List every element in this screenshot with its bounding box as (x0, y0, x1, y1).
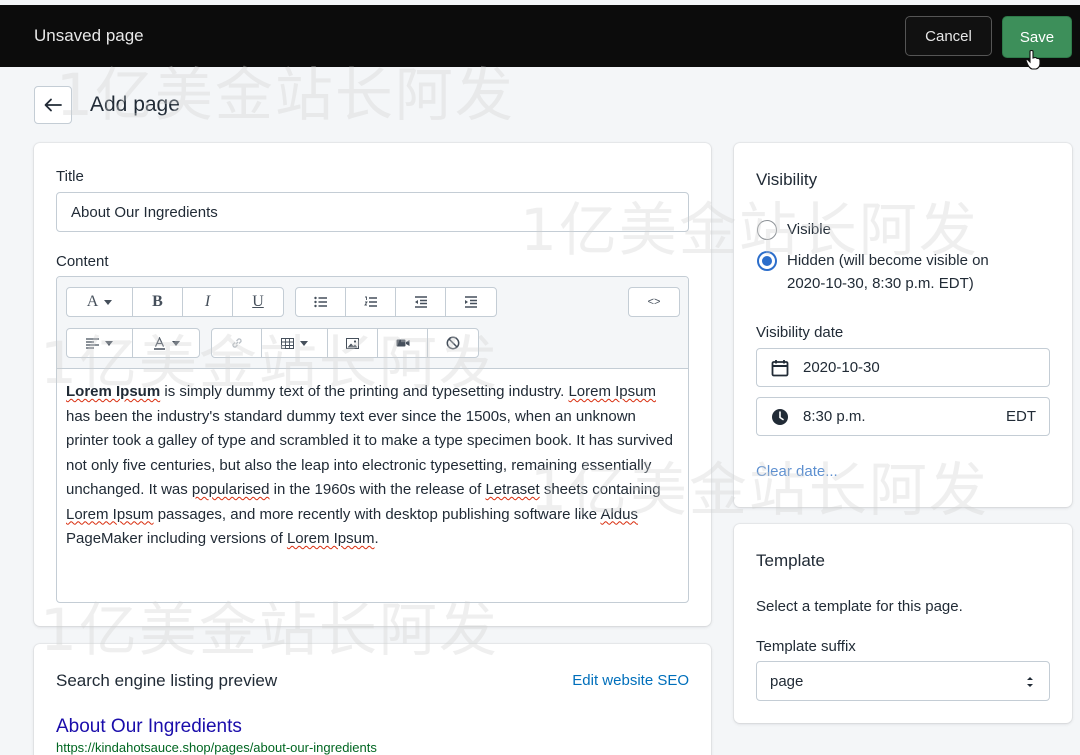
visibility-date-label: Visibility date (756, 324, 844, 341)
show-html-button[interactable]: <> (629, 288, 679, 316)
content-label: Content (56, 253, 109, 270)
text-color-icon (153, 336, 165, 350)
top-bar: Unsaved page Cancel Save (0, 5, 1080, 67)
indent-button[interactable] (446, 288, 496, 316)
text-format-group: A B I U (66, 287, 284, 317)
link-icon (231, 338, 242, 348)
indent-icon (465, 296, 477, 308)
calendar-icon (771, 359, 789, 376)
insert-table-dropdown[interactable] (262, 329, 328, 357)
content-text-run: sheets containing (539, 481, 661, 498)
content-text-run: PageMaker including versions of (66, 530, 287, 547)
seo-heading: Search engine listing preview (56, 671, 278, 690)
spellcheck-word: Aldus (600, 505, 638, 523)
cancel-button[interactable]: Cancel (905, 16, 992, 56)
content-text-run: . (374, 530, 379, 547)
table-icon (281, 337, 294, 349)
spellcheck-word: Lorem Ipsum (66, 505, 154, 523)
numbered-list-icon (363, 296, 377, 307)
hand-pointer-cursor-icon (1025, 50, 1041, 70)
page-title: Add page (90, 93, 180, 116)
italic-button[interactable]: I (183, 288, 233, 316)
template-suffix-select[interactable]: page (756, 661, 1050, 701)
numbered-list-button[interactable] (346, 288, 396, 316)
page-details-card: Title About Our Ingredients Content A B … (34, 143, 711, 626)
spellcheck-word: Letraset (485, 481, 540, 498)
seo-preview-title: About Our Ingredients (56, 716, 242, 737)
hidden-radio[interactable] (757, 251, 777, 271)
template-card: Template Select a template for this page… (734, 524, 1072, 723)
editor-toolbar: A B I U <> (57, 277, 688, 369)
list-indent-group (295, 287, 497, 317)
insert-group (211, 328, 479, 358)
visibility-date-value: 2020-10-30 (803, 359, 880, 376)
chevron-down-icon (105, 340, 113, 346)
visibility-card: Visibility Visible Hidden (will become v… (734, 143, 1072, 507)
visible-radio[interactable] (757, 220, 777, 240)
chevron-down-icon (104, 299, 113, 305)
video-icon (396, 339, 409, 347)
back-button[interactable] (34, 86, 72, 124)
template-heading: Template (756, 551, 825, 570)
title-label: Title (56, 168, 84, 185)
chevron-down-icon (171, 340, 180, 346)
spellcheck-word: popularised (191, 481, 270, 498)
text-color-dropdown[interactable] (133, 329, 199, 357)
rich-text-editor: A B I U <> Lorem Ipsum is simply dummy t… (56, 276, 689, 603)
font-style-label: A (86, 293, 99, 310)
align-left-icon (86, 337, 99, 349)
text-align-dropdown[interactable] (67, 329, 133, 357)
visibility-time-input[interactable]: 8:30 p.m. EDT (756, 397, 1050, 436)
visibility-date-input[interactable]: 2020-10-30 (756, 348, 1050, 387)
content-text-run: passages, and more recently with desktop… (153, 505, 601, 523)
content-text-run: in the 1960s with the release of (269, 481, 486, 498)
template-description: Select a template for this page. (756, 598, 963, 615)
alignment-color-group (66, 328, 200, 358)
bullet-list-icon (313, 296, 327, 308)
clear-formatting-icon (446, 336, 460, 350)
image-icon (346, 337, 359, 349)
underline-button[interactable]: U (233, 288, 283, 316)
visible-option-label: Visible (787, 221, 831, 238)
arrow-left-icon (44, 98, 62, 112)
template-suffix-label: Template suffix (756, 638, 856, 655)
bullet-list-button[interactable] (296, 288, 346, 316)
outdent-button[interactable] (396, 288, 446, 316)
hidden-option-label: Hidden (will become visible on (787, 252, 989, 269)
seo-preview-url: https://kindahotsauce.shop/pages/about-o… (56, 740, 377, 755)
select-arrows-icon (1027, 677, 1033, 687)
insert-video-button[interactable] (378, 329, 428, 357)
title-input-value: About Our Ingredients (71, 203, 218, 221)
template-suffix-value: page (770, 672, 804, 690)
clear-date-link[interactable]: Clear date... (756, 463, 838, 480)
title-input[interactable]: About Our Ingredients (56, 192, 689, 232)
spellcheck-word: Lorem Ipsum (286, 530, 375, 547)
html-toggle-group: <> (628, 287, 680, 317)
outdent-icon (414, 296, 427, 308)
clock-icon (772, 408, 788, 425)
visibility-time-value: 8:30 p.m. (803, 408, 866, 425)
font-style-dropdown[interactable]: A (67, 288, 133, 316)
content-text-run: is simply dummy text of the printing and… (160, 383, 569, 400)
insert-image-button[interactable] (328, 329, 378, 357)
clear-formatting-button[interactable] (428, 329, 478, 357)
edit-seo-link[interactable]: Edit website SEO (572, 672, 689, 689)
bold-button[interactable]: B (133, 288, 183, 316)
spellcheck-word: Lorem Ipsum (568, 383, 656, 400)
seo-preview-card: Search engine listing preview Edit websi… (34, 644, 711, 755)
unsaved-page-title: Unsaved page (34, 26, 144, 45)
chevron-down-icon (300, 340, 308, 346)
hidden-option-detail: 2020-10-30, 8:30 p.m. EDT) (787, 275, 974, 292)
timezone-label: EDT (1006, 408, 1036, 425)
insert-link-button[interactable] (212, 329, 262, 357)
editor-content[interactable]: Lorem Ipsum is simply dummy text of the … (66, 380, 678, 552)
bold-text: Lorem Ipsum (66, 383, 161, 400)
visibility-heading: Visibility (756, 170, 818, 189)
